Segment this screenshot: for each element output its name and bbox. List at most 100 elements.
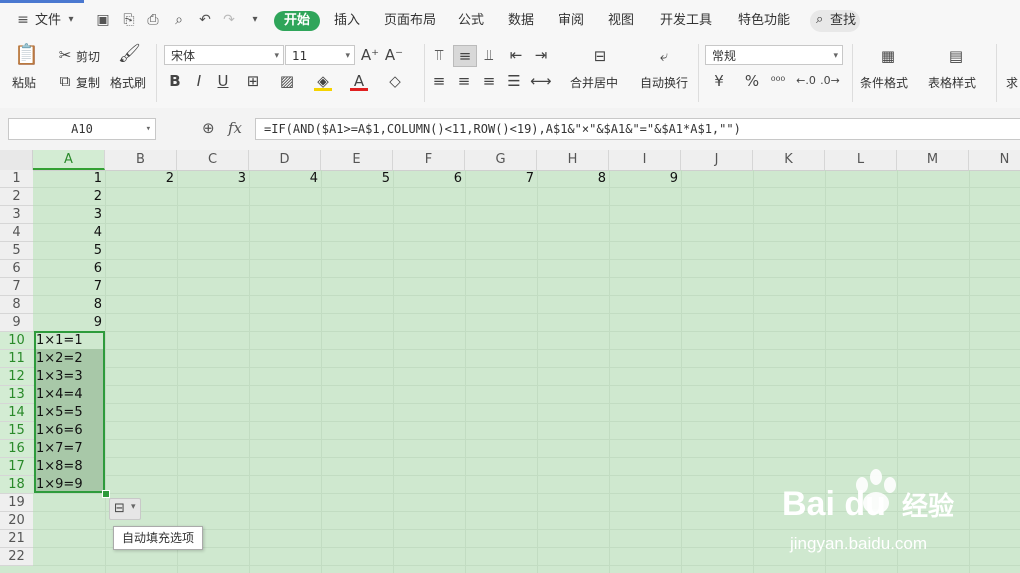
tab-view[interactable]: 视图 <box>608 11 634 31</box>
cell[interactable]: 6 <box>392 170 462 188</box>
row-header-7[interactable]: 7 <box>0 278 33 296</box>
paste-icon[interactable]: 📋 <box>14 44 39 64</box>
row-header-6[interactable]: 6 <box>0 260 33 278</box>
align-right-icon[interactable]: ≡ <box>480 71 498 91</box>
quick-access-more-icon[interactable]: ▾ <box>246 11 264 29</box>
font-name-select[interactable]: 宋体 ▾ <box>164 45 284 65</box>
column-header-G[interactable]: G <box>465 150 537 170</box>
tab-insert[interactable]: 插入 <box>334 11 360 31</box>
cell[interactable]: 4 <box>248 170 318 188</box>
cut-icon[interactable]: ✂ <box>56 45 74 65</box>
cut-button[interactable]: 剪切 <box>76 48 100 65</box>
row-header-16[interactable]: 16 <box>0 440 33 458</box>
cell[interactable]: 6 <box>32 260 102 278</box>
decrease-decimal-icon[interactable]: .0→ <box>820 71 840 91</box>
copy-icon[interactable]: ⧉ <box>56 71 74 91</box>
file-menu[interactable]: 文件 <box>35 11 61 31</box>
wrap-text-icon[interactable]: ⤶ <box>652 46 676 66</box>
search-box[interactable]: ⌕ 查找 <box>810 10 860 32</box>
cell[interactable]: 5 <box>320 170 390 188</box>
decrease-indent-icon[interactable]: ⇤ <box>507 45 525 65</box>
save-icon[interactable]: ▣ <box>94 11 112 29</box>
column-header-I[interactable]: I <box>609 150 681 170</box>
zoom-icon[interactable]: ⊕ <box>202 119 215 137</box>
row-header-8[interactable]: 8 <box>0 296 33 314</box>
undo-icon[interactable]: ↶ <box>196 11 214 29</box>
row-header-9[interactable]: 9 <box>0 314 33 332</box>
column-header-N[interactable]: N <box>969 150 1020 170</box>
italic-icon[interactable]: I <box>190 71 208 91</box>
cell[interactable]: 5 <box>32 242 102 260</box>
sum-button[interactable]: 求 <box>1006 74 1018 91</box>
row-header-15[interactable]: 15 <box>0 422 33 440</box>
align-middle-icon[interactable]: ≡ <box>453 45 477 67</box>
align-center-icon[interactable]: ≡ <box>455 71 473 91</box>
column-header-K[interactable]: K <box>753 150 825 170</box>
cell[interactable]: 9 <box>32 314 102 332</box>
cell[interactable]: 3 <box>32 206 102 224</box>
distributed-align-icon[interactable]: ⟷ <box>530 71 552 91</box>
row-header-2[interactable]: 2 <box>0 188 33 206</box>
cell[interactable]: 1 <box>32 170 102 188</box>
tab-special-features[interactable]: 特色功能 <box>738 11 790 31</box>
row-header-3[interactable]: 3 <box>0 206 33 224</box>
format-painter-button[interactable]: 格式刷 <box>110 74 146 91</box>
row-header-4[interactable]: 4 <box>0 224 33 242</box>
increase-indent-icon[interactable]: ⇥ <box>532 45 550 65</box>
column-header-M[interactable]: M <box>897 150 969 170</box>
align-top-icon[interactable]: ⫪ <box>430 45 448 65</box>
file-dropdown-chevron-icon[interactable]: ▾ <box>62 11 80 29</box>
cell[interactable]: 7 <box>32 278 102 296</box>
name-box[interactable]: A10 ▾ <box>8 118 156 140</box>
format-painter-icon[interactable]: 🖌 <box>118 44 141 64</box>
cell[interactable]: 8 <box>32 296 102 314</box>
merge-center-icon[interactable]: ⊟ <box>588 46 612 66</box>
align-bottom-icon[interactable]: ⫫ <box>480 45 498 65</box>
table-style-button[interactable]: 表格样式 <box>928 74 976 91</box>
print-icon[interactable]: ⎙ <box>144 11 162 29</box>
row-header-11[interactable]: 11 <box>0 350 33 368</box>
tab-start[interactable]: 开始 <box>274 11 321 31</box>
row-header-17[interactable]: 17 <box>0 458 33 476</box>
row-header-10[interactable]: 10 <box>0 332 33 350</box>
cell[interactable]: 4 <box>32 224 102 242</box>
increase-decimal-icon[interactable]: ←.0 <box>796 71 816 91</box>
fill-pattern-icon[interactable]: ▨ <box>278 71 296 91</box>
column-header-H[interactable]: H <box>537 150 609 170</box>
fx-insert-function[interactable]: fx <box>228 119 242 137</box>
percent-icon[interactable]: % <box>742 71 762 91</box>
font-color-icon[interactable]: A <box>350 71 368 91</box>
column-header-A[interactable]: A <box>33 150 105 170</box>
paste-button[interactable]: 粘贴 <box>12 74 36 91</box>
clear-format-icon[interactable]: ◇ <box>386 71 404 91</box>
row-header-14[interactable]: 14 <box>0 404 33 422</box>
align-left-icon[interactable]: ≡ <box>430 71 448 91</box>
row-header-20[interactable]: 20 <box>0 512 33 530</box>
currency-icon[interactable]: ¥ <box>708 71 730 91</box>
cell[interactable]: 3 <box>176 170 246 188</box>
tab-developer[interactable]: 开发工具 <box>660 11 712 31</box>
row-header-19[interactable]: 19 <box>0 494 33 512</box>
redo-icon[interactable]: ↷ <box>220 11 238 29</box>
fill-handle[interactable] <box>102 490 110 498</box>
cell[interactable]: 9 <box>608 170 678 188</box>
row-header-18[interactable]: 18 <box>0 476 33 494</box>
wrap-text-button[interactable]: 自动换行 <box>640 74 688 91</box>
merge-center-button[interactable]: 合并居中 <box>570 74 618 91</box>
cell[interactable]: 2 <box>32 188 102 206</box>
spreadsheet-grid[interactable]: ABCDEFGHIJKLMN 1 2 3 4 5 6 7 8 9 10 11 12 13 14 15 16 17… <box>0 150 1020 573</box>
column-header-F[interactable]: F <box>393 150 465 170</box>
row-header-1[interactable]: 1 <box>0 170 33 188</box>
print-preview-icon[interactable]: ⌕ <box>170 11 188 29</box>
font-size-select[interactable]: 11 ▾ <box>285 45 355 65</box>
conditional-format-icon[interactable]: ▦ <box>876 46 900 66</box>
decrease-font-icon[interactable]: A⁻ <box>384 45 404 65</box>
tab-formula[interactable]: 公式 <box>458 11 484 31</box>
conditional-format-button[interactable]: 条件格式 <box>860 74 908 91</box>
row-header-21[interactable]: 21 <box>0 530 33 548</box>
fill-color-icon[interactable]: ◈ <box>314 71 332 91</box>
justify-icon[interactable]: ☰ <box>505 71 523 91</box>
cell[interactable]: 8 <box>536 170 606 188</box>
underline-icon[interactable]: U <box>214 71 232 91</box>
menu-icon[interactable]: ≡ <box>14 11 32 29</box>
